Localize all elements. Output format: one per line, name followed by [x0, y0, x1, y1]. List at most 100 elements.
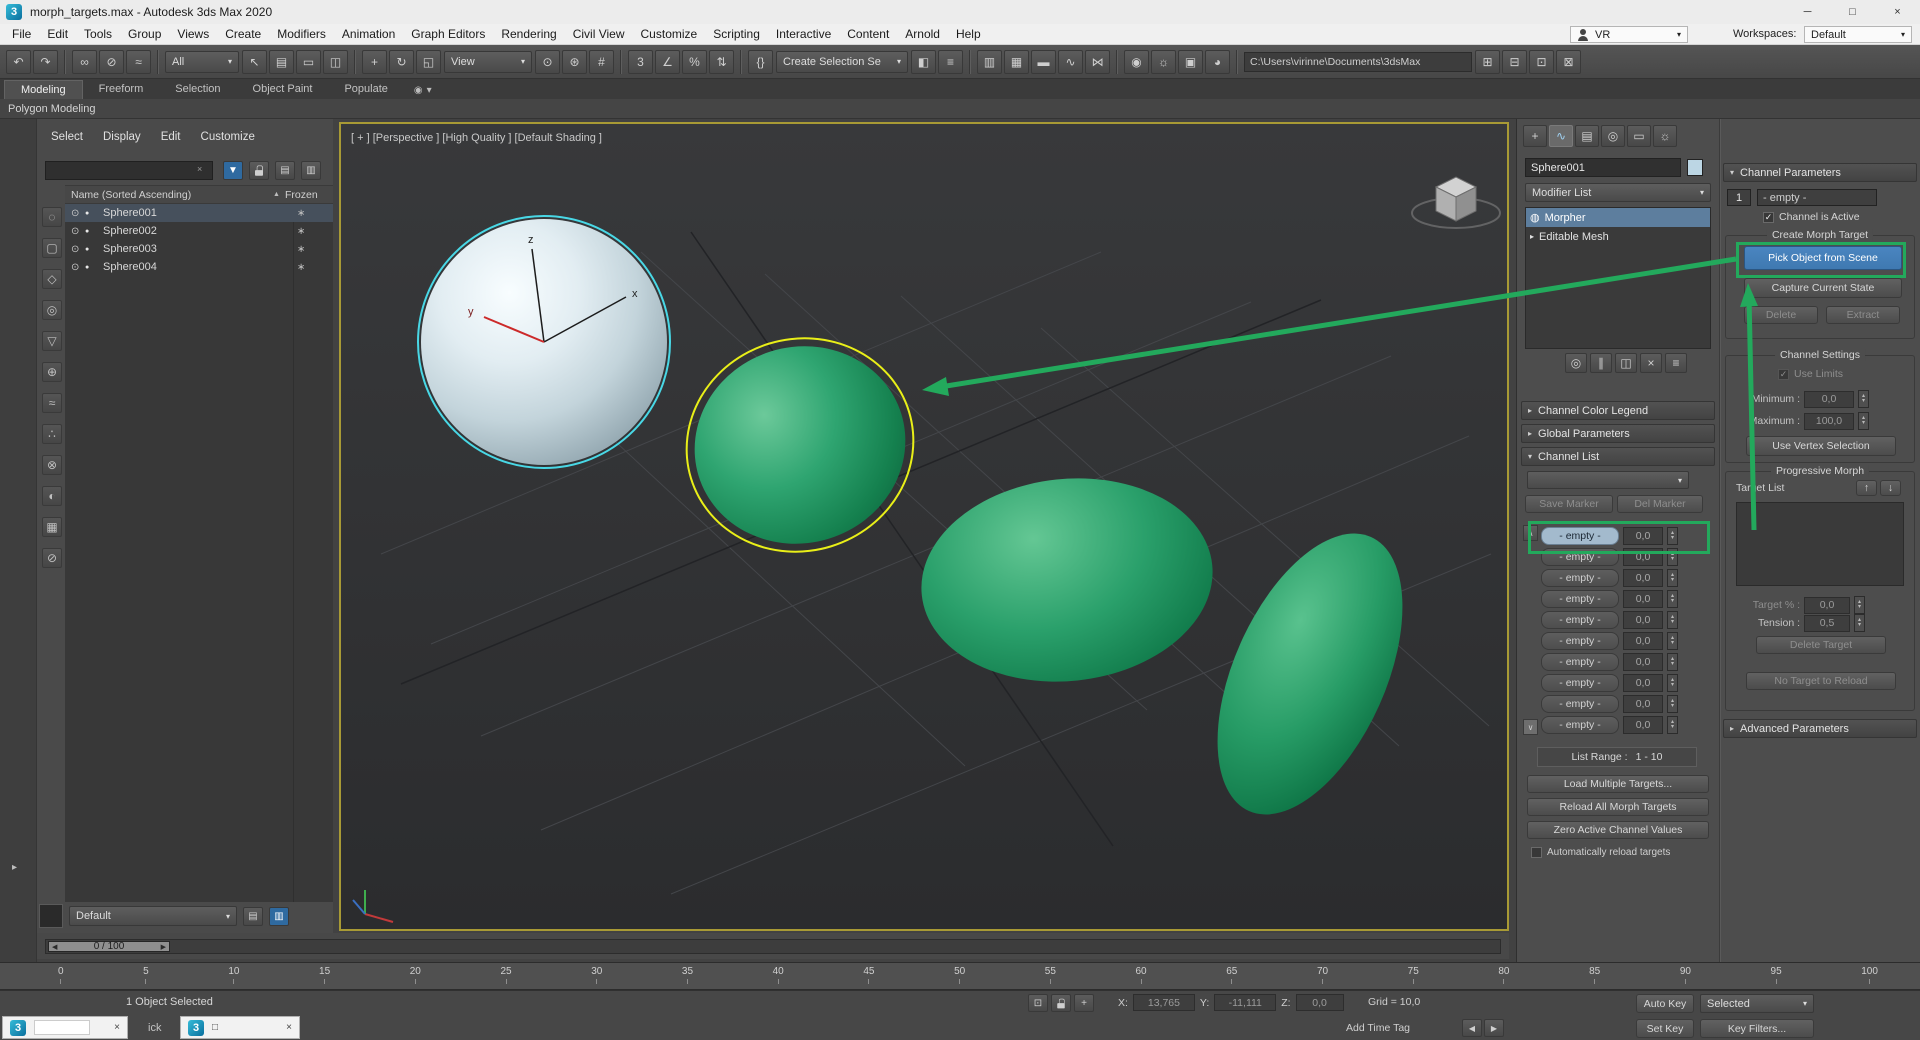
menu-item[interactable]: Tools	[76, 27, 120, 41]
bind-to-space-warp-icon[interactable]: ≈	[126, 50, 151, 74]
spinner[interactable]: ▴▾	[1667, 548, 1678, 566]
channel-name-field[interactable]: - empty -	[1757, 189, 1877, 206]
object-name-field[interactable]: Sphere001	[1525, 158, 1681, 177]
spinner[interactable]: ▴▾	[1854, 596, 1865, 614]
channel-value-field[interactable]: 0,0	[1623, 590, 1663, 608]
footer-display-icon[interactable]: ▥	[269, 907, 289, 926]
track-bar[interactable]: 0 5 10 15 20 25 30 35 40 45 50 55	[0, 962, 1920, 990]
rendered-frame-icon[interactable]: ▣	[1178, 50, 1203, 74]
search-clear-icon[interactable]: ×	[197, 164, 202, 174]
morph-channel-row[interactable]: - empty - 0,0 ▴▾	[1541, 609, 1711, 630]
channel-button[interactable]: - empty -	[1541, 632, 1619, 650]
rollout-global-parameters[interactable]: ▸ Global Parameters	[1521, 424, 1715, 443]
extract-button[interactable]: Extract	[1826, 306, 1900, 324]
selection-filter-dropdown[interactable]: All ▾	[165, 51, 239, 73]
pin-stack-icon[interactable]: ◎	[1565, 353, 1587, 373]
morph-channel-row[interactable]: - empty - 0,0 ▴▾	[1541, 714, 1711, 735]
spinner[interactable]: ▴▾	[1667, 716, 1678, 734]
save-file-icon[interactable]: ⊡	[1529, 50, 1554, 74]
spinner-snap-icon[interactable]: ⇅	[709, 50, 734, 74]
frozen-icon[interactable]: ∗	[297, 208, 305, 219]
display-tab-icon[interactable]: ▭	[1627, 125, 1651, 147]
undo-icon[interactable]: ↶	[6, 50, 31, 74]
channel-button[interactable]: - empty -	[1541, 527, 1619, 545]
next-key-icon[interactable]: ▶	[1484, 1019, 1504, 1037]
ribbon-toggle-icon[interactable]: ▬	[1031, 50, 1056, 74]
asset-library-icon[interactable]: ⊠	[1556, 50, 1581, 74]
make-unique-icon[interactable]: ◫	[1615, 353, 1637, 373]
filter-lights-icon[interactable]: ◎	[42, 300, 62, 320]
schematic-view-icon[interactable]: ⋈	[1085, 50, 1110, 74]
marker-dropdown[interactable]: ▾	[1527, 471, 1689, 489]
key-filter-scope-dropdown[interactable]: Selected ▾	[1700, 994, 1814, 1013]
filter-shapes-icon[interactable]: ◇	[42, 269, 62, 289]
channel-button[interactable]: - empty -	[1541, 653, 1619, 671]
configure-modifier-sets-icon[interactable]: ≡	[1665, 353, 1687, 373]
isolate-selection-icon[interactable]: ⊡	[1028, 994, 1048, 1012]
open-file-icon[interactable]: ⊟	[1502, 50, 1527, 74]
use-limits-checkbox[interactable]: ✓	[1778, 369, 1789, 380]
auto-reload-checkbox[interactable]	[1531, 847, 1542, 858]
maximize-icon[interactable]: □	[212, 1022, 218, 1033]
scene-object-row[interactable]: ⊙ ● Sphere001 ∗	[65, 204, 333, 222]
motion-tab-icon[interactable]: ◎	[1601, 125, 1625, 147]
keyboard-override-icon[interactable]: #	[589, 50, 614, 74]
next-frame-icon[interactable]: ▶	[161, 943, 166, 951]
select-and-move-icon[interactable]: +	[362, 50, 387, 74]
project-folder-icon[interactable]: ⊞	[1475, 50, 1500, 74]
menu-item[interactable]: Animation	[334, 27, 403, 41]
visibility-eye-icon[interactable]: ⊙	[71, 244, 85, 255]
channel-active-checkbox[interactable]: ✓	[1763, 212, 1774, 223]
redo-icon[interactable]: ↷	[33, 50, 58, 74]
ribbon-tab[interactable]: Modeling	[4, 80, 83, 99]
previous-key-icon[interactable]: ◀	[1462, 1019, 1482, 1037]
menu-item[interactable]: Views	[169, 27, 217, 41]
z-coordinate-field[interactable]: 0,0	[1296, 994, 1344, 1011]
ribbon-tab[interactable]: Populate	[328, 80, 403, 99]
project-path-field[interactable]: C:\Users\virinne\Documents\3dsMax	[1244, 52, 1472, 72]
reference-coordinate-dropdown[interactable]: View ▾	[444, 51, 532, 73]
y-coordinate-field[interactable]: -11,111	[1214, 994, 1276, 1011]
target-up-button[interactable]: ↑	[1856, 480, 1877, 496]
show-end-result-icon[interactable]: ∥	[1590, 353, 1612, 373]
channel-value-field[interactable]: 0,0	[1623, 611, 1663, 629]
rectangular-selection-icon[interactable]: ▭	[296, 50, 321, 74]
material-swatch[interactable]	[39, 904, 63, 928]
modify-tab-icon[interactable]: ∿	[1549, 125, 1573, 147]
rollout-channel-list[interactable]: ▾ Channel List	[1521, 447, 1715, 466]
menu-item[interactable]: Create	[217, 27, 269, 41]
tension-field[interactable]: 0,5	[1804, 615, 1850, 632]
channel-button[interactable]: - empty -	[1541, 611, 1619, 629]
set-key-button[interactable]: Set Key	[1636, 1019, 1694, 1038]
render-setup-icon[interactable]: ☼	[1151, 50, 1176, 74]
spinner[interactable]: ▴▾	[1667, 653, 1678, 671]
capture-current-state-button[interactable]: Capture Current State	[1744, 278, 1902, 298]
object-color-swatch[interactable]	[1687, 159, 1703, 176]
render-production-icon[interactable]: ◕	[1205, 50, 1230, 74]
explorer-search-input[interactable]	[45, 161, 213, 180]
channel-button[interactable]: - empty -	[1541, 590, 1619, 608]
add-time-tag[interactable]: Add Time Tag	[1346, 1022, 1410, 1034]
frozen-icon[interactable]: ∗	[297, 244, 305, 255]
snap-toggle-icon[interactable]: 3	[628, 50, 653, 74]
pick-object-from-scene-button[interactable]: Pick Object from Scene	[1744, 246, 1902, 270]
channel-value-field[interactable]: 0,0	[1623, 548, 1663, 566]
spinner[interactable]: ▴▾	[1667, 611, 1678, 629]
channel-button[interactable]: - empty -	[1541, 695, 1619, 713]
lock-explorer-icon[interactable]	[249, 161, 269, 180]
ribbon-tab[interactable]: Object Paint	[237, 80, 329, 99]
target-list-box[interactable]	[1736, 502, 1904, 586]
explorer-menu-item[interactable]: Select	[51, 131, 83, 143]
angle-snap-icon[interactable]: ∠	[655, 50, 680, 74]
target-percent-field[interactable]: 0,0	[1804, 597, 1850, 614]
footer-list-icon[interactable]: ▤	[243, 907, 263, 926]
layer-explorer-toggle-icon[interactable]: ▦	[1004, 50, 1029, 74]
explorer-menu-item[interactable]: Customize	[201, 131, 255, 143]
delete-button[interactable]: Delete	[1744, 306, 1818, 324]
selection-lock-icon[interactable]	[1051, 994, 1071, 1012]
chevron-down-icon[interactable]: ▾	[427, 85, 432, 96]
expand-panel-icon[interactable]: ▸	[12, 862, 17, 873]
select-and-scale-icon[interactable]: ◱	[416, 50, 441, 74]
menu-item[interactable]: Interactive	[768, 27, 839, 41]
explorer-column-header[interactable]: Name (Sorted Ascending) ▲ Frozen	[65, 185, 333, 204]
